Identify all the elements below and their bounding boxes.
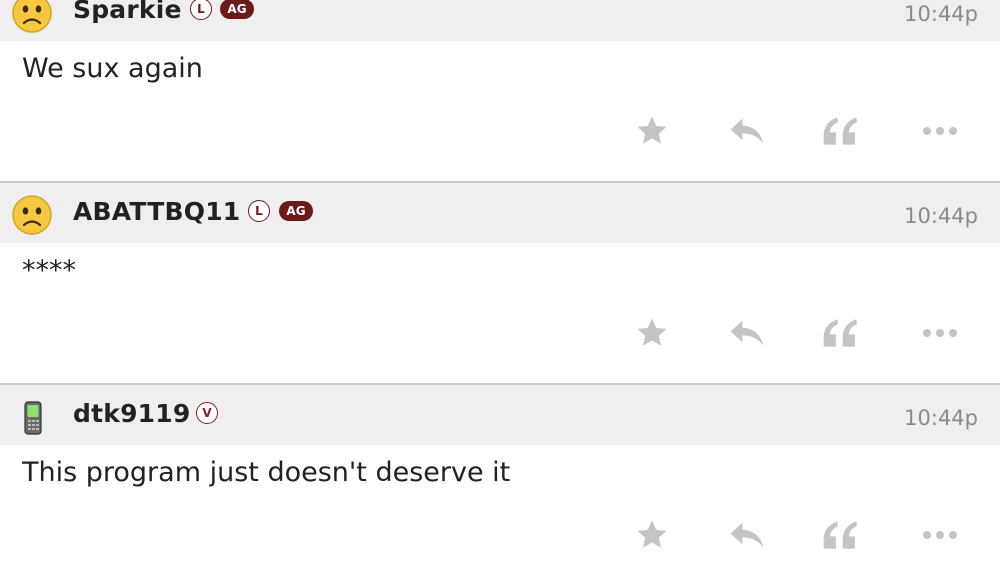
post-header: dtk9119 V 10:44p [0, 385, 1000, 445]
post-actions [0, 111, 1000, 151]
username[interactable]: dtk9119 [73, 399, 190, 428]
sad-face-icon[interactable] [11, 194, 53, 236]
message-text: **** [22, 255, 76, 286]
post-header: ABATTBQ11 L AG 10:44p [0, 183, 1000, 243]
mobile-phone-icon[interactable] [11, 396, 53, 438]
post-body: **** [0, 243, 1000, 383]
more-icon[interactable] [920, 313, 960, 353]
message-text: We sux again [22, 53, 203, 84]
post-body: We sux again [0, 41, 1000, 181]
more-icon[interactable] [920, 111, 960, 151]
sad-face-icon[interactable] [11, 0, 53, 34]
reply-icon[interactable] [727, 313, 767, 353]
reply-icon[interactable] [727, 111, 767, 151]
star-icon[interactable] [632, 111, 672, 151]
post-actions [0, 313, 1000, 353]
reply-icon[interactable] [727, 515, 767, 555]
post-actions [0, 515, 1000, 555]
badge-v: V [196, 402, 218, 424]
post-body: This program just doesn't deserve it [0, 445, 1000, 579]
timestamp: 10:44p [904, 2, 978, 26]
post-header: Sparkie L AG 10:44p [0, 0, 1000, 41]
quote-icon[interactable] [820, 515, 860, 555]
username[interactable]: Sparkie [73, 0, 182, 24]
badge-l: L [190, 0, 212, 20]
star-icon[interactable] [632, 313, 672, 353]
badge-ag: AG [220, 0, 254, 19]
username[interactable]: ABATTBQ11 [73, 197, 240, 226]
timestamp: 10:44p [904, 204, 978, 228]
message-text: This program just doesn't deserve it [22, 457, 511, 488]
more-icon[interactable] [920, 515, 960, 555]
quote-icon[interactable] [820, 313, 860, 353]
quote-icon[interactable] [820, 111, 860, 151]
badge-ag: AG [279, 201, 313, 221]
star-icon[interactable] [632, 515, 672, 555]
timestamp: 10:44p [904, 406, 978, 430]
badge-l: L [248, 200, 270, 222]
